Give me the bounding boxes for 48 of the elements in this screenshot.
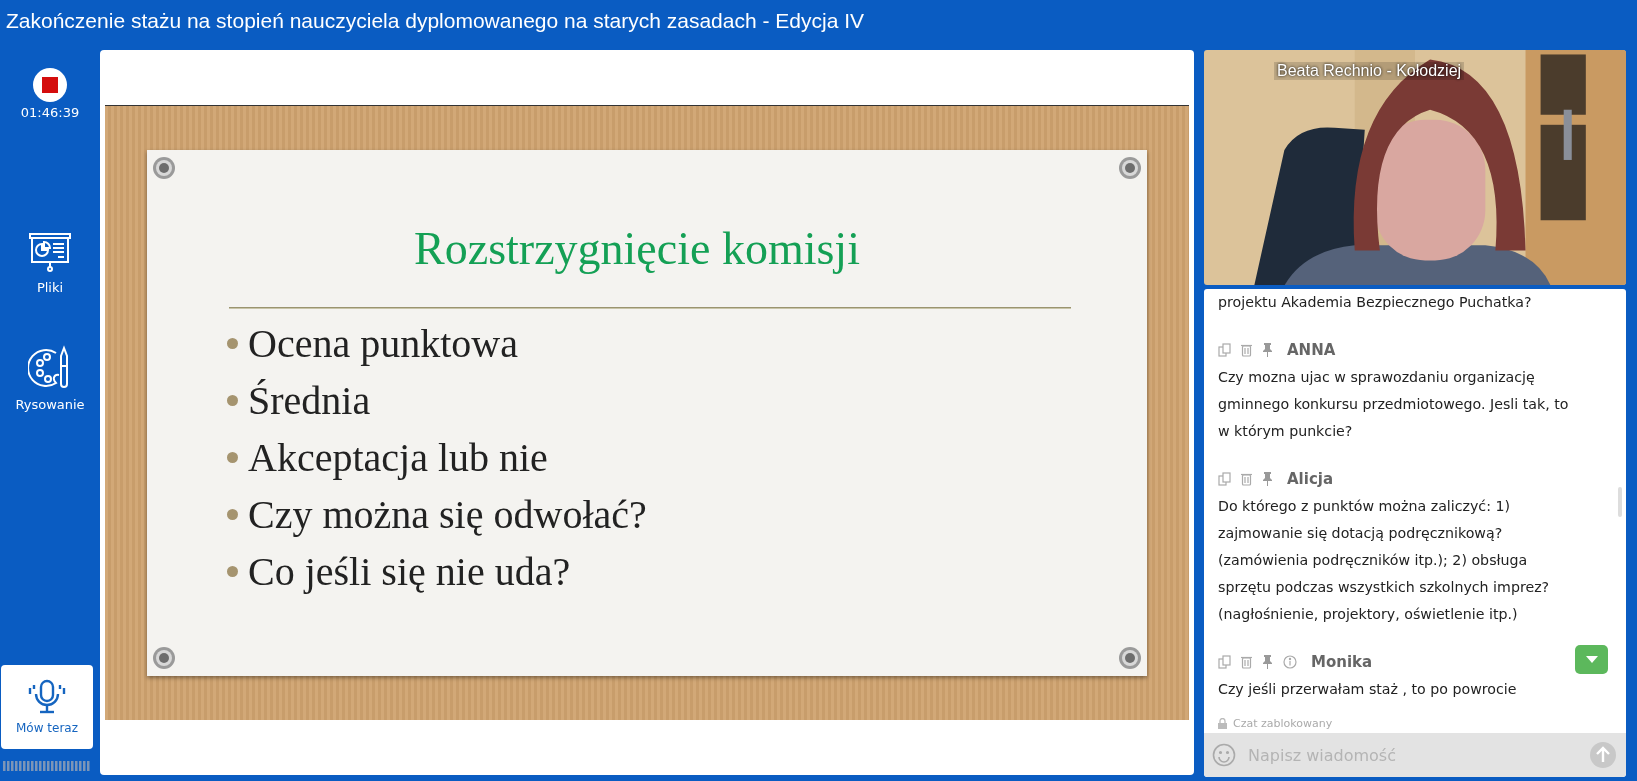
pin-icon[interactable] bbox=[1262, 472, 1273, 486]
scroll-down-button[interactable] bbox=[1575, 645, 1608, 674]
bullet-text: Akceptacja lub nie bbox=[248, 434, 548, 481]
sidebar-item[interactable]: Pliki bbox=[28, 232, 72, 295]
slide-title: Rozstrzygnięcie komisji bbox=[413, 222, 861, 275]
lock-icon bbox=[1218, 718, 1227, 729]
message-text: Czy mozna ujac w sprawozdaniu organizację gminnego konkursu przedmiotowego. Jesli tak, to w którym punkcie? bbox=[1218, 368, 1570, 441]
trash-icon[interactable] bbox=[1241, 472, 1252, 486]
bullet-text: Co jeśli się nie uda? bbox=[248, 548, 571, 595]
grommet-icon bbox=[1118, 156, 1142, 180]
bullet-icon bbox=[227, 395, 238, 406]
pin-icon[interactable] bbox=[1262, 343, 1273, 357]
grommet-icon bbox=[1118, 646, 1142, 670]
caret-icon bbox=[1585, 656, 1598, 663]
send-icon[interactable] bbox=[1590, 742, 1616, 768]
record-button[interactable] bbox=[33, 68, 67, 102]
trash-icon[interactable] bbox=[1241, 655, 1252, 669]
info-icon[interactable] bbox=[1283, 655, 1297, 669]
window-title: Zakończenie stażu na stopień nauczyciela dyplomowanego na starych zasadach - Edycja IV bbox=[6, 9, 864, 33]
bullet-text: Ocena punktowa bbox=[248, 320, 518, 367]
copy-icon[interactable] bbox=[1218, 472, 1231, 486]
sidebar-item[interactable]: Rysowanie bbox=[15, 345, 85, 412]
message-text: projektu Akademia Bezpiecznego Puchatka? bbox=[1218, 293, 1533, 312]
trash-icon[interactable] bbox=[1241, 343, 1252, 357]
copy-icon[interactable] bbox=[1218, 343, 1231, 357]
speak-button[interactable]: Mów teraz bbox=[1, 665, 93, 749]
bullet-icon bbox=[227, 509, 238, 520]
chat-locked-label: Czat zablokowany bbox=[1233, 717, 1333, 730]
recording-timer: 01:46:39 bbox=[20, 105, 80, 120]
bullet-icon bbox=[227, 566, 238, 577]
message-text: Czy jeśli przerwałam staż , to po powrocie bbox=[1218, 680, 1518, 699]
bullet-icon bbox=[227, 452, 238, 463]
bullet-text: Średnia bbox=[248, 377, 371, 424]
presentation-board-icon bbox=[28, 232, 72, 272]
grommet-icon bbox=[152, 156, 176, 180]
bullet-icon bbox=[227, 338, 238, 349]
message-author: Alicja bbox=[1287, 470, 1334, 488]
copy-icon[interactable] bbox=[1218, 655, 1231, 669]
grommet-icon bbox=[152, 646, 176, 670]
scrollbar[interactable] bbox=[1618, 487, 1622, 517]
message-text: Do którego z punktów można zaliczyć: 1) zajmowanie się dotacją podręcznikową? (zamówienia podręczników itp.); 2) obsługa sprzętu podczas wszystkich szkolnych imprez? (nagłośnienie, projektory, oświetlenie itp.) bbox=[1218, 497, 1551, 624]
pin-icon[interactable] bbox=[1262, 655, 1273, 669]
emoji-icon[interactable] bbox=[1212, 743, 1236, 767]
message-author: Monika bbox=[1311, 653, 1373, 671]
microphone-icon bbox=[27, 679, 67, 715]
bullet-text: Czy można się odwołać? bbox=[248, 491, 647, 538]
message-author: ANNA bbox=[1287, 341, 1336, 359]
participant-name: Beata Rechnio - Kołodziej bbox=[1274, 62, 1465, 80]
